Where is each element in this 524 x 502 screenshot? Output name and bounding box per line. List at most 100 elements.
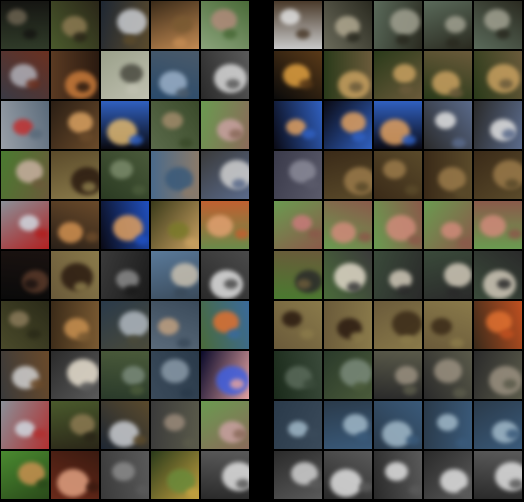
image-tile	[51, 451, 99, 499]
image-tile	[474, 251, 522, 299]
tile-detail	[509, 479, 522, 489]
tile-detail	[235, 229, 249, 239]
tile-detail	[76, 82, 90, 92]
tile-detail	[227, 329, 241, 339]
image-tile	[101, 301, 149, 349]
image-tile	[374, 201, 422, 249]
image-tile	[1, 201, 49, 249]
tile-detail	[396, 35, 410, 45]
image-tile	[1, 1, 49, 49]
tile-detail	[179, 138, 193, 148]
right-image-grid	[274, 1, 524, 501]
tile-detail	[180, 388, 194, 398]
image-tile	[151, 351, 199, 399]
tile-detail	[399, 85, 413, 95]
tile-detail	[236, 479, 249, 489]
image-tile	[101, 351, 149, 399]
tile-subject	[435, 112, 456, 129]
tile-subject	[7, 9, 27, 25]
tile-subject	[385, 462, 408, 481]
image-tile	[274, 351, 322, 399]
tile-detail	[506, 429, 520, 439]
image-tile	[424, 251, 472, 299]
tile-detail	[85, 232, 99, 242]
tile-detail	[83, 432, 97, 442]
image-tile	[424, 151, 472, 199]
image-tile	[474, 401, 522, 449]
image-tile	[424, 51, 472, 99]
image-tile	[474, 351, 522, 399]
tile-detail	[185, 238, 199, 248]
tile-detail	[353, 382, 367, 392]
tile-detail	[35, 229, 49, 239]
image-tile	[201, 1, 249, 49]
tile-subject	[117, 9, 147, 35]
tile-detail	[297, 279, 311, 289]
tile-detail	[29, 129, 43, 139]
tile-subject	[390, 9, 420, 35]
tile-subject	[15, 421, 35, 437]
tile-detail	[30, 379, 44, 389]
image-tile	[424, 1, 472, 49]
image-tile	[1, 251, 49, 299]
image-tile	[274, 201, 322, 249]
tile-subject	[288, 421, 308, 437]
tile-detail	[74, 282, 88, 292]
image-tile	[201, 351, 249, 399]
image-tile	[151, 1, 199, 49]
tile-detail	[302, 129, 316, 139]
image-tile	[424, 401, 472, 449]
tile-detail	[127, 335, 141, 345]
image-tile	[151, 251, 199, 299]
tile-detail	[455, 188, 469, 198]
tile-detail	[124, 285, 138, 295]
tile-detail	[223, 29, 237, 39]
image-tile	[151, 401, 199, 449]
tile-detail	[135, 235, 149, 245]
image-tile	[1, 101, 49, 149]
tile-detail	[503, 379, 517, 389]
image-tile	[274, 251, 322, 299]
tile-detail	[82, 182, 96, 192]
tile-detail	[397, 285, 411, 295]
tile-subject	[112, 462, 135, 481]
image-tile	[151, 101, 199, 149]
image-tile	[274, 451, 322, 499]
tile-detail	[26, 79, 40, 89]
tile-detail	[73, 32, 87, 42]
image-tile	[101, 1, 149, 49]
tile-detail	[409, 485, 422, 495]
image-tile	[1, 351, 49, 399]
image-tile	[474, 101, 522, 149]
tile-detail	[347, 282, 361, 292]
tile-subject	[122, 366, 145, 385]
image-tile	[324, 451, 372, 499]
tile-subject	[168, 222, 189, 239]
tile-detail	[24, 279, 38, 289]
image-tile	[274, 401, 322, 449]
image-tile	[374, 451, 422, 499]
image-tile	[424, 351, 472, 399]
tile-detail	[300, 329, 314, 339]
image-tile	[324, 151, 372, 199]
tile-subject	[120, 64, 143, 83]
tile-detail	[23, 29, 37, 39]
image-tile	[201, 151, 249, 199]
image-tile	[374, 1, 422, 49]
tile-detail	[182, 188, 196, 198]
image-tile	[274, 301, 322, 349]
image-tile	[324, 1, 372, 49]
image-tile	[51, 201, 99, 249]
tile-subject	[444, 263, 472, 287]
tile-subject	[110, 160, 133, 179]
image-tile	[201, 51, 249, 99]
image-tile	[201, 401, 249, 449]
image-tile	[374, 301, 422, 349]
image-tile	[101, 151, 149, 199]
tile-subject	[395, 366, 418, 385]
tile-subject	[445, 16, 466, 33]
image-tile	[474, 201, 522, 249]
image-tile	[101, 401, 149, 449]
image-tile	[101, 51, 149, 99]
tile-subject	[393, 64, 416, 83]
